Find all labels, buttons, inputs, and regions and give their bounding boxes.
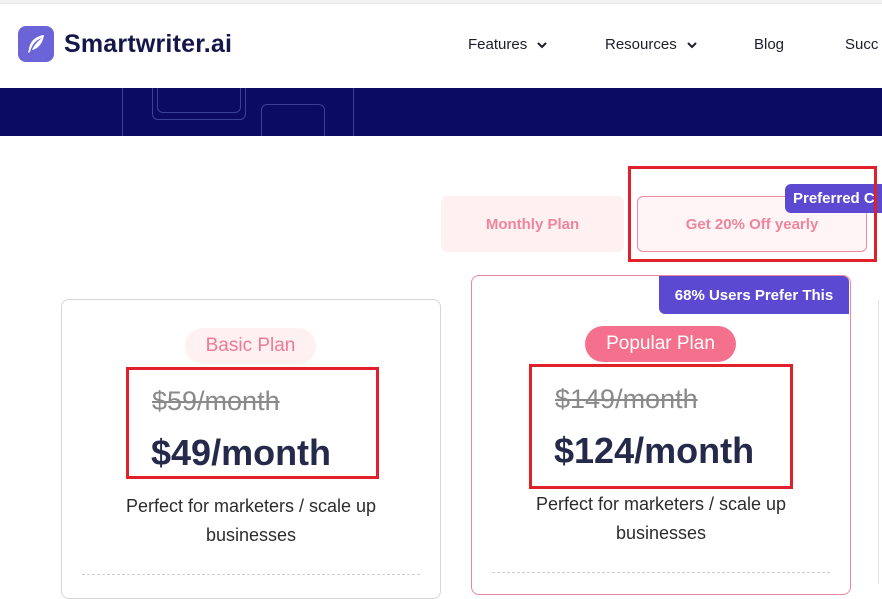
next-card-edge	[878, 300, 882, 584]
chevron-down-icon	[686, 41, 697, 48]
nav-features-label: Features	[468, 36, 528, 53]
highlight-box-popular-price	[529, 364, 793, 489]
brand-name: Smartwriter.ai	[64, 29, 233, 58]
popular-description-line2: businesses	[615, 523, 707, 543]
nav-success-label: Succ	[845, 36, 879, 53]
basic-description-line2: businesses	[205, 525, 297, 545]
tab-monthly-plan[interactable]: Monthly Plan	[441, 196, 624, 252]
feather-icon	[18, 26, 54, 62]
top-navbar: Smartwriter.ai Features Resources Blog S…	[0, 4, 882, 88]
highlight-box-basic-price	[126, 367, 379, 479]
nav-features[interactable]: Features	[468, 36, 549, 53]
basic-description-line1: Perfect for marketers / scale up	[125, 496, 377, 516]
nav-resources-label: Resources	[605, 36, 677, 53]
popular-plan-pill: Popular Plan	[585, 326, 736, 362]
chevron-down-icon	[537, 41, 547, 48]
tab-monthly-label: Monthly Plan	[485, 215, 580, 233]
hero-decoration	[353, 88, 356, 136]
nav-blog-label: Blog	[754, 36, 785, 53]
hero-decoration	[261, 104, 325, 136]
hero-decoration	[157, 88, 241, 113]
card-divider	[82, 574, 420, 575]
brand-logo[interactable]: Smartwriter.ai	[18, 26, 232, 62]
nav-success[interactable]: Succ	[845, 36, 878, 53]
nav-resources[interactable]: Resources	[605, 36, 699, 53]
basic-plan-pill: Basic Plan	[185, 328, 316, 364]
popular-description-line1: Perfect for marketers / scale up	[535, 494, 787, 514]
nav-blog[interactable]: Blog	[754, 36, 784, 53]
hero-decoration	[122, 88, 125, 136]
basic-plan-description: Perfect for marketers / scale up busines…	[61, 492, 441, 550]
highlight-box-yearly	[628, 166, 877, 262]
popular-plan-description: Perfect for marketers / scale up busines…	[471, 490, 851, 548]
card-divider	[492, 572, 830, 573]
users-prefer-badge: 68% Users Prefer This	[659, 276, 849, 314]
hero-band	[0, 88, 882, 136]
